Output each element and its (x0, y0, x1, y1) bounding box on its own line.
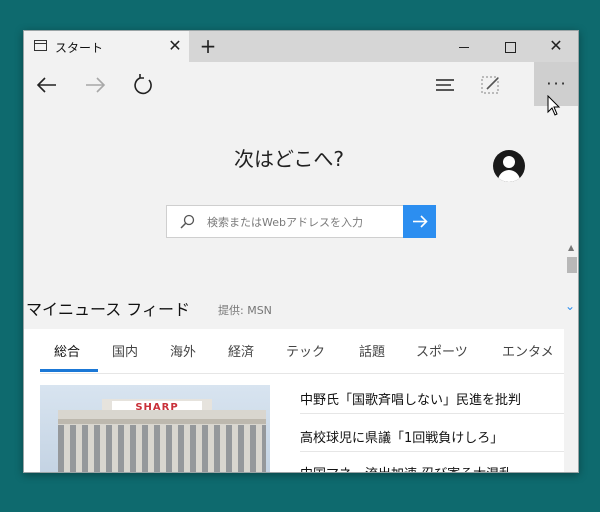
tab-news-topics[interactable]: 話題 (359, 341, 385, 360)
forward-arrow-icon (86, 77, 106, 93)
back-button[interactable] (32, 70, 62, 100)
feed-source: 提供: MSN (218, 304, 272, 317)
refresh-icon (134, 74, 152, 95)
search-input[interactable] (205, 206, 399, 239)
mouse-cursor-icon (547, 95, 561, 116)
headline-item[interactable]: 高校球児に県議「1回戦負けしろ」 (300, 427, 503, 446)
scroll-thumb[interactable] (567, 257, 577, 273)
web-note-button[interactable] (476, 70, 506, 100)
navigation-bar: ··· (24, 62, 578, 106)
tab-news-sports[interactable]: スポーツ (416, 341, 468, 360)
scrollbar[interactable]: ▲ (564, 241, 578, 472)
tab-news-world[interactable]: 海外 (170, 341, 196, 360)
headline-item[interactable]: 中国マネー流出加速 忍び寄る大混乱 (300, 463, 512, 472)
web-note-icon (481, 76, 499, 94)
new-tab-button[interactable]: + (196, 34, 220, 58)
active-tab-indicator (40, 369, 98, 372)
search-box (166, 205, 436, 239)
more-dots-icon: ··· (546, 74, 568, 93)
news-panel: 総合 国内 海外 経済 テック 話題 スポーツ エンタメ SHARP 中野氏「国… (24, 329, 564, 472)
tab-news-domestic[interactable]: 国内 (112, 341, 138, 360)
page-icon (34, 40, 47, 51)
tab-news-economy[interactable]: 経済 (228, 341, 254, 360)
hub-button[interactable] (430, 70, 460, 100)
search-icon (180, 214, 195, 229)
tab-news-general[interactable]: 総合 (54, 341, 80, 360)
forward-button[interactable] (80, 70, 110, 100)
chevron-down-icon[interactable]: ⌄ (565, 299, 575, 313)
maximize-button[interactable] (496, 37, 524, 57)
news-image[interactable]: SHARP (40, 385, 270, 472)
headline-item[interactable]: 中野氏「国歌斉唱しない」民進を批判 (300, 389, 521, 408)
title-bar: スタート ✕ + ✕ (24, 31, 578, 62)
close-window-button[interactable]: ✕ (542, 35, 570, 57)
search-submit-button[interactable] (403, 205, 436, 238)
arrow-right-icon (413, 215, 428, 228)
browser-tab[interactable]: スタート ✕ (24, 31, 189, 62)
page-heading: 次はどこへ? (233, 147, 344, 171)
tab-news-entertainment[interactable]: エンタメ (502, 341, 554, 360)
tab-title: スタート (55, 41, 104, 55)
user-avatar[interactable] (493, 150, 525, 182)
browser-window: スタート ✕ + ✕ ··· 次はどこへ? 検索またはWebアドレスを入力 ▲ … (23, 30, 579, 473)
tab-news-tech[interactable]: テック (286, 341, 325, 360)
back-arrow-icon (36, 77, 56, 93)
tab-close-icon[interactable]: ✕ (164, 35, 186, 57)
feed-title: マイニュース フィード (26, 300, 190, 319)
hub-icon (436, 79, 454, 91)
scroll-up-icon[interactable]: ▲ (568, 243, 574, 252)
refresh-button[interactable] (128, 70, 158, 100)
minimize-button[interactable] (450, 37, 478, 57)
